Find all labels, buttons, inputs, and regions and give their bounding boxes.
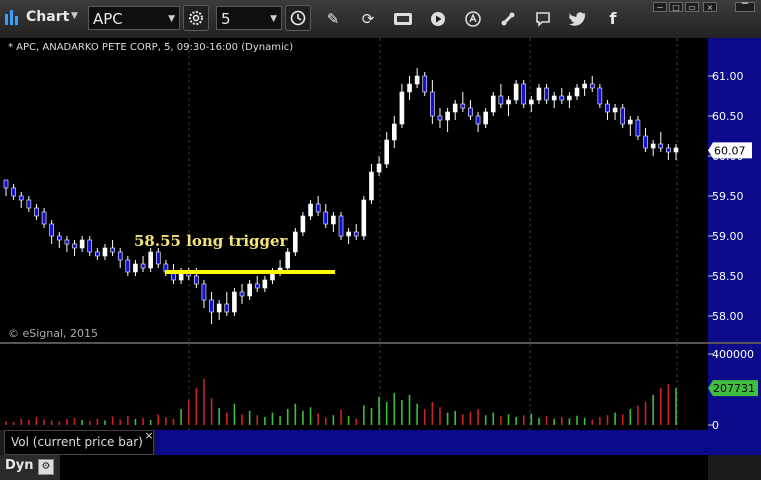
facebook-icon[interactable]: f	[600, 6, 626, 32]
volume-axis-footer	[156, 430, 761, 455]
pin-button[interactable]: ▔	[735, 2, 755, 12]
price-axis[interactable]	[708, 38, 761, 430]
copyright-label: © eSignal, 2015	[8, 327, 99, 340]
play-icon[interactable]	[425, 6, 451, 32]
title-drop-down-icon[interactable]: ▼	[71, 11, 78, 21]
bottom-controls: Dyn ⚙	[0, 455, 60, 480]
volume-study-label[interactable]: Vol (current price bar)	[4, 430, 154, 455]
minimize-button[interactable]: −	[653, 2, 667, 12]
close-button[interactable]: ×	[703, 2, 717, 12]
dyn-settings-icon[interactable]: ⚙	[38, 459, 54, 475]
trigger-annotation[interactable]: 58.55 long trigger	[134, 232, 287, 250]
maximize-button[interactable]: □	[669, 2, 683, 12]
interval-drop-down-icon[interactable]: ▼	[270, 7, 277, 31]
alert-icon[interactable]	[460, 6, 486, 32]
symbol-drop-down-icon[interactable]: ▼	[168, 7, 175, 31]
symbol-value: APC	[93, 10, 123, 28]
chart-logo-icon[interactable]	[2, 8, 22, 28]
clock-button[interactable]	[285, 5, 311, 31]
chart-header: * APC, ANADARKO PETE CORP, 5, 09:30-16:0…	[8, 42, 294, 53]
twitter-icon[interactable]	[565, 6, 591, 32]
settings-gear-button[interactable]	[183, 5, 209, 31]
symbol-input[interactable]: APC ▼	[88, 6, 180, 30]
refresh-icon[interactable]: ⟳	[355, 6, 381, 32]
volume-close-icon[interactable]: ×	[142, 430, 156, 444]
clock-icon	[290, 10, 306, 26]
pencil-icon[interactable]: ✎	[320, 6, 346, 32]
link-icon[interactable]	[495, 6, 521, 32]
toolbar: Chart ▼ APC ▼ 5 ▼ ✎ ⟳ f − □ ▭ × ▔	[0, 0, 761, 39]
app-title: Chart	[26, 9, 70, 25]
interval-input[interactable]: 5 ▼	[216, 6, 282, 30]
chart-window: Chart ▼ APC ▼ 5 ▼ ✎ ⟳ f − □ ▭ × ▔ 61.00 …	[0, 0, 761, 480]
restore-button[interactable]: ▭	[685, 2, 699, 12]
dyn-label[interactable]: Dyn	[5, 458, 34, 473]
settings-gear-icon	[189, 11, 203, 25]
comment-icon[interactable]	[530, 6, 556, 32]
get-data-icon[interactable]	[390, 6, 416, 32]
interval-value: 5	[221, 10, 231, 28]
price-pane[interactable]	[0, 38, 708, 342]
time-axis[interactable]	[0, 455, 708, 480]
volume-pane[interactable]	[0, 344, 708, 430]
